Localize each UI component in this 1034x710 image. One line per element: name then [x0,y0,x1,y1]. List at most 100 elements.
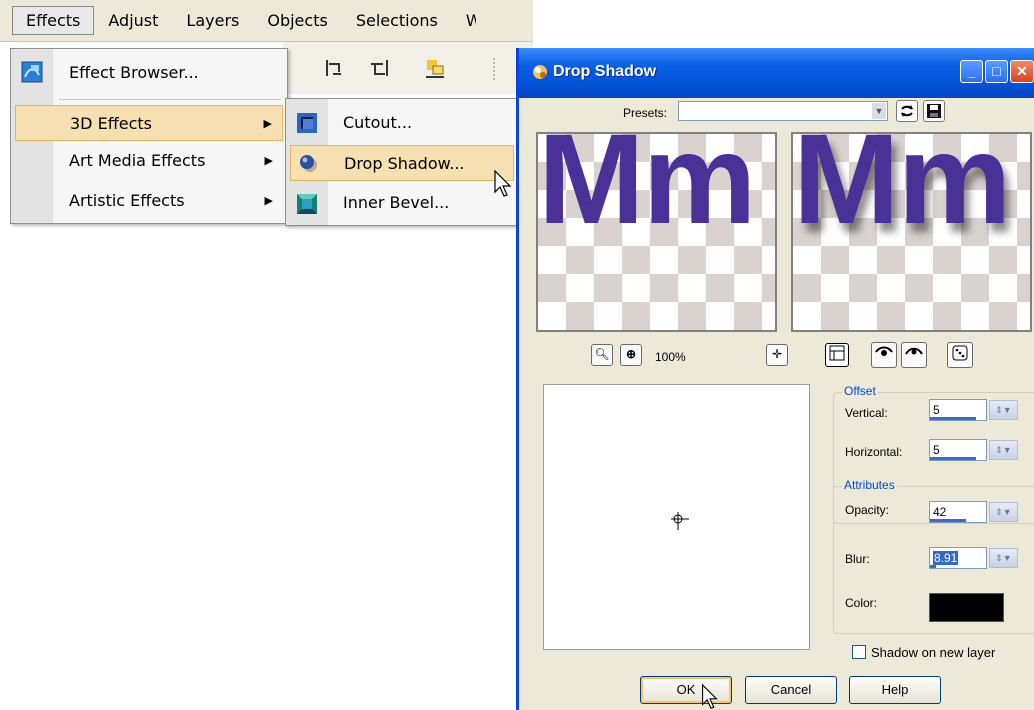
menu-separator [59,99,281,100]
menu-item-label: Art Media Effects [69,151,206,170]
zoom-out-button[interactable]: 🔍︎ [591,344,613,366]
blur-value: 8.91 [933,551,959,565]
menu-window[interactable]: W [452,6,476,35]
zoom-in-icon: ⊕ [625,347,637,361]
zoom-in-button[interactable]: ⊕ [620,344,642,366]
cancel-label: Cancel [770,682,812,697]
preview-before: Mm [536,132,777,332]
maximize-icon[interactable]: □ [985,60,1008,83]
dice-icon [952,345,968,361]
layer-tool-icon[interactable] [423,56,447,80]
menu-item-art-media-effects[interactable]: Art Media Effects ▶ [11,143,287,179]
close-icon[interactable]: ✕ [1010,60,1034,83]
ok-label: OK [676,682,696,697]
auto-proof-button[interactable] [901,342,927,368]
pan-button[interactable]: ✛ [766,344,788,366]
menu-item-label: Drop Shadow... [344,154,465,173]
menu-selections[interactable]: Selections [342,6,452,35]
offset-group-label: Offset [842,384,878,398]
crosshair-icon[interactable] [669,510,691,532]
auto-proof-eye-icon [905,347,923,355]
menu-item-3d-effects[interactable]: 3D Effects ▶ [15,105,283,141]
menu-layers[interactable]: Layers [172,6,253,35]
move-icon: ✛ [771,347,783,361]
preview-after: Mm [791,132,1032,332]
blur-input[interactable]: 8.91 [929,547,987,569]
cutout-icon [297,113,317,133]
horizontal-slider-bar[interactable] [930,457,976,460]
opacity-value: 42 [933,505,947,519]
dialog-app-icon [533,65,547,79]
randomize-button[interactable] [947,342,973,368]
submenu-arrow-icon: ▶ [264,154,273,167]
align-left-icon[interactable] [323,56,347,80]
preview-after-text: Mm [793,132,1011,251]
zoom-out-icon: 🔍︎ [594,347,610,361]
menu-item-inner-bevel[interactable]: Inner Bevel... [286,185,518,221]
vertical-slider-bar[interactable] [930,417,976,420]
offset-canvas[interactable] [543,384,810,650]
effects-dropdown: Effect Browser... 3D Effects ▶ Art Media… [10,48,288,224]
ok-button[interactable]: OK [640,676,732,704]
blur-label: Blur: [845,552,870,566]
help-button[interactable]: Help [849,676,941,704]
save-preset-button[interactable] [923,100,945,122]
menu-bar: Effects Adjust Layers Objects Selections… [0,0,533,42]
menu-item-effect-browser[interactable]: Effect Browser... [11,55,287,91]
3d-effects-submenu: Cutout... Drop Shadow... Inner Bevel... [285,98,519,226]
reset-preset-button[interactable] [896,100,918,122]
menu-item-label: 3D Effects [70,114,152,133]
spinner-arrows-icon[interactable]: ⇕▼ [989,400,1018,420]
presets-dropdown[interactable]: ▼ [678,101,888,121]
menu-item-cutout[interactable]: Cutout... [286,105,518,141]
color-label: Color: [845,596,878,610]
cancel-button[interactable]: Cancel [745,676,837,704]
menu-item-label: Inner Bevel... [343,193,450,212]
toolbar-separator [493,58,497,80]
submenu-arrow-icon: ▶ [263,117,272,130]
chevron-down-icon[interactable]: ▼ [872,103,886,119]
spinner-arrows-icon[interactable]: ⇕▼ [989,502,1018,522]
toggle-preview-button[interactable] [825,343,849,367]
submenu-arrow-icon: ▶ [264,194,273,207]
zoom-level: 100% [655,350,686,364]
blur-spinner[interactable]: 8.91 ⇕▼ [929,547,1018,569]
shadow-color-swatch[interactable] [929,593,1004,622]
vertical-spinner[interactable]: 5 ⇕▼ [929,399,1018,421]
menu-effects[interactable]: Effects [12,6,95,35]
shadow-on-new-layer-label[interactable]: Shadow on new layer [871,645,995,660]
spinner-arrows-icon[interactable]: ⇕▼ [989,440,1018,460]
inner-bevel-icon [297,194,317,214]
effect-browser-icon [21,61,43,83]
opacity-spinner[interactable]: 42 ⇕▼ [929,501,1018,523]
spinner-arrows-icon[interactable]: ⇕▼ [989,548,1018,568]
horizontal-spinner[interactable]: 5 ⇕▼ [929,439,1018,461]
toolbar [283,42,533,94]
shadow-on-new-layer-checkbox[interactable] [852,645,866,659]
drop-shadow-dialog: Drop Shadow _ □ ✕ Presets: ▼ Mm Mm 🔍︎ ⊕ … [516,48,1034,710]
reset-icon [901,105,913,117]
menu-item-drop-shadow[interactable]: Drop Shadow... [290,145,514,181]
blur-slider-bar[interactable] [930,565,936,568]
menu-item-label: Artistic Effects [69,191,185,210]
proof-eye-icon [875,346,893,356]
opacity-slider-bar[interactable] [930,519,966,522]
opacity-label: Opacity: [845,503,890,517]
preview-before-text: Mm [538,132,756,251]
minimize-icon[interactable]: _ [960,60,983,83]
menu-item-label: Cutout... [343,113,413,132]
preview-toggle-icon [829,345,845,361]
vertical-value: 5 [933,403,940,417]
dialog-title: Drop Shadow [553,63,657,80]
drop-shadow-icon [300,155,317,172]
menu-item-label: Effect Browser... [69,63,199,82]
horizontal-value: 5 [933,443,940,457]
align-right-icon[interactable] [367,56,391,80]
proof-button[interactable] [871,342,897,368]
presets-label: Presets: [623,106,668,120]
menu-objects[interactable]: Objects [253,6,341,35]
menu-adjust[interactable]: Adjust [94,6,172,35]
dialog-titlebar[interactable]: Drop Shadow _ □ ✕ [519,48,1034,98]
menu-item-artistic-effects[interactable]: Artistic Effects ▶ [11,183,287,219]
horizontal-label: Horizontal: [845,445,903,459]
